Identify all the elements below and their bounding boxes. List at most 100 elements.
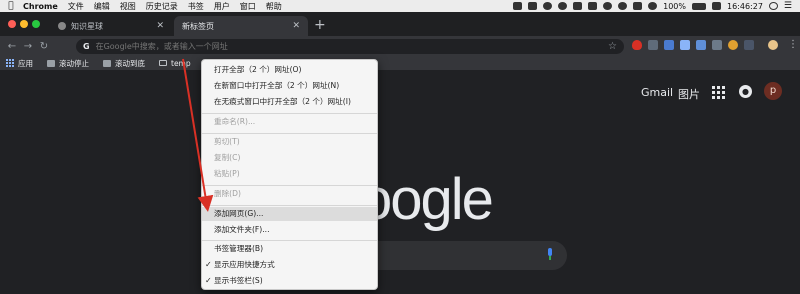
menu-separator [202,113,377,114]
menu-item-copy: 复制(C) [202,151,377,165]
menu-item-label: 删除(D) [214,189,241,198]
menu-window[interactable]: 窗口 [235,1,261,12]
extension-icon[interactable] [680,40,690,50]
menu-item-label: 显示书签栏(S) [214,276,263,285]
menu-edit[interactable]: 编辑 [89,1,115,12]
tab-title: 新标签页 [182,21,214,31]
menu-item-label: 在无痕式窗口中打开全部（2 个）网址(I) [214,97,351,106]
google-apps-icon[interactable] [712,86,725,99]
close-window-button[interactable] [8,20,16,28]
extension-icon[interactable] [712,40,722,50]
omnibox[interactable]: G ☆ [76,39,624,54]
notifications-bell-icon[interactable]: ● [739,85,752,98]
menu-item-open-all-incognito[interactable]: 在无痕式窗口中打开全部（2 个）网址(I) [202,95,377,109]
account-avatar[interactable]: p [764,82,782,100]
menu-item-label: 显示应用快捷方式 [214,260,275,269]
back-arrow-icon[interactable]: ← [4,41,20,52]
menu-item-label: 添加网页(G)... [214,209,264,218]
notification-center-icon[interactable]: ☰ [784,1,792,11]
menu-item-add-page[interactable]: 添加网页(G)... [202,207,377,221]
menu-item-show-apps-shortcut[interactable]: ✓ 显示应用快捷方式 [202,258,377,272]
search-icon[interactable] [768,2,778,10]
tab-strip: 知识星球 ✕ 新标签页 ✕ + [0,12,800,36]
status-icon[interactable] [528,2,538,10]
status-icon[interactable] [543,2,553,10]
bookmarks-bar: 应用 滚动停止 滚动到底 temp [0,56,800,70]
status-icon[interactable] [513,2,523,10]
send-icon[interactable] [588,2,598,10]
battery-icon[interactable] [691,2,706,10]
menu-item-label: 粘贴(P) [214,169,240,178]
menu-item-rename: 重命名(R)... [202,115,377,129]
extension-icon[interactable] [696,40,706,50]
battery-percent: 100% [663,1,686,11]
apple-icon[interactable]:  [4,1,18,11]
page-icon [103,59,111,67]
bookmark-apps[interactable]: 应用 [6,58,33,69]
bookmark-context-menu: 打开全部（2 个）网址(O) 在新窗口中打开全部（2 个）网址(N) 在无痕式窗… [201,59,378,290]
menu-item-add-folder[interactable]: 添加文件夹(F)... [202,223,377,237]
menu-item-delete: 删除(D) [202,187,377,201]
menu-item-show-bookmarks-bar[interactable]: ✓ 显示书签栏(S) [202,274,377,288]
tab-new-tab[interactable]: 新标签页 ✕ [174,16,308,36]
gmail-link[interactable]: Gmail [641,86,673,99]
wifi-icon[interactable] [648,2,658,10]
voice-search-mic-icon[interactable] [546,248,554,262]
menu-history[interactable]: 历史记录 [141,1,183,12]
macos-menu-bar:  Chrome 文件 编辑 视图 历史记录 书签 用户 窗口 帮助 100% … [0,0,800,12]
menu-people[interactable]: 用户 [209,1,235,12]
bookmark-star-icon[interactable]: ☆ [608,41,617,52]
menu-item-open-all[interactable]: 打开全部（2 个）网址(O) [202,63,377,77]
tab-favicon-icon [58,22,66,30]
tab-close-icon[interactable]: ✕ [156,21,164,31]
menu-app-name[interactable]: Chrome [18,2,63,11]
bookmark-label: 滚动到底 [115,58,145,68]
menu-file[interactable]: 文件 [63,1,89,12]
status-icon[interactable] [573,2,583,10]
menu-bookmarks[interactable]: 书签 [183,1,209,12]
menu-item-label: 添加文件夹(F)... [214,225,270,234]
bookmark-scroll-stop[interactable]: 滚动停止 [47,58,89,69]
bookmark-label: 滚动停止 [59,58,89,68]
menu-help[interactable]: 帮助 [261,1,287,12]
more-menu-icon[interactable]: ⋮ [788,39,798,50]
menu-item-bookmark-manager[interactable]: 书签管理器(B) [202,242,377,256]
menu-item-label: 剪切(T) [214,137,240,146]
tab-knowledge-planet[interactable]: 知识星球 ✕ [50,16,172,36]
cloud-icon[interactable] [558,2,568,10]
browser-toolbar: ← → ↻ G ☆ ⋮ [0,36,800,56]
reload-icon[interactable]: ↻ [36,41,52,52]
menu-item-label: 复制(C) [214,153,241,162]
extensions-row [632,40,778,50]
extension-icon[interactable] [648,40,658,50]
zoom-window-button[interactable] [32,20,40,28]
google-g-icon: G [83,42,90,51]
menu-separator [202,185,377,186]
menu-separator [202,240,377,241]
clock[interactable]: 16:46:27 [727,2,763,11]
images-link[interactable]: 图片 [678,86,700,102]
menu-item-cut: 剪切(T) [202,135,377,149]
forward-arrow-icon[interactable]: → [20,41,36,52]
menu-view[interactable]: 视图 [115,1,141,12]
shield-extension-icon[interactable] [632,40,642,50]
wechat-icon[interactable] [603,2,613,10]
menu-separator [202,133,377,134]
extension-icon[interactable] [728,40,738,50]
menu-item-open-all-new-window[interactable]: 在新窗口中打开全部（2 个）网址(N) [202,79,377,93]
extension-icon[interactable] [664,40,674,50]
profile-icon[interactable] [768,40,778,50]
status-area: 100% 16:46:27 ☰ [513,1,800,11]
status-icon[interactable] [633,2,643,10]
keyboard-icon[interactable] [711,2,721,10]
minimize-window-button[interactable] [20,20,28,28]
page-icon [47,59,55,67]
bookmark-scroll-bottom[interactable]: 滚动到底 [103,58,145,69]
new-tab-plus-icon[interactable]: + [314,16,326,34]
bookmark-folder-temp[interactable]: temp [159,59,191,68]
tab-close-icon[interactable]: ✕ [292,21,300,31]
extension-icon[interactable] [744,40,754,50]
address-input[interactable] [95,42,609,51]
google-logo: oogle [360,167,494,232]
status-icon[interactable] [618,2,628,10]
